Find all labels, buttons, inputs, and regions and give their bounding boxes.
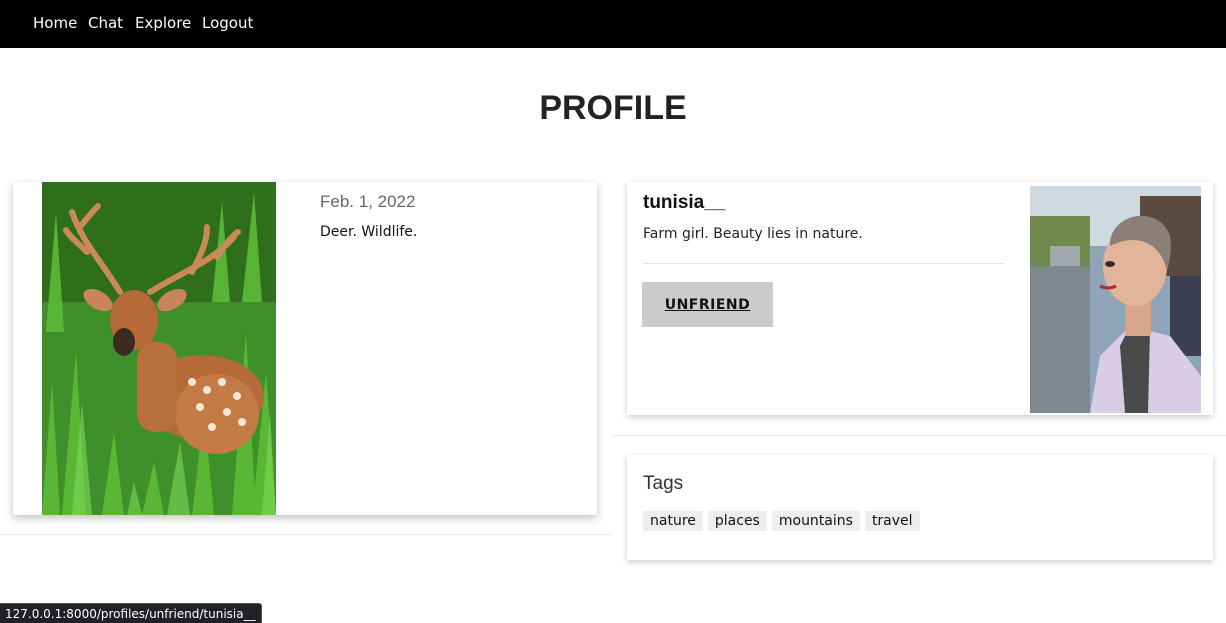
tags-list: nature places mountains travel <box>643 511 920 531</box>
divider <box>612 435 1226 436</box>
page-title: PROFILE <box>539 89 687 127</box>
tag-places[interactable]: places <box>707 511 767 531</box>
tags-title: Tags <box>643 473 684 494</box>
tag-nature[interactable]: nature <box>643 511 703 531</box>
post-caption: Deer. Wildlife. <box>320 224 418 240</box>
profile-bio: Farm girl. Beauty lies in nature. <box>643 226 863 242</box>
unfriend-button[interactable]: UNFRIEND <box>642 282 773 327</box>
nav-link-logout[interactable]: Logout <box>202 14 253 32</box>
divider <box>0 534 611 535</box>
divider <box>643 263 1004 264</box>
post-card: Feb. 1, 2022 Deer. Wildlife. <box>13 182 597 515</box>
profile-card: tunisia__ Farm girl. Beauty lies in natu… <box>627 182 1213 415</box>
profile-username: tunisia__ <box>643 192 726 213</box>
tags-card: Tags nature places mountains travel <box>627 455 1213 560</box>
nav-link-explore[interactable]: Explore <box>135 14 191 32</box>
tag-mountains[interactable]: mountains <box>771 511 860 531</box>
nav-link-home[interactable]: Home <box>33 14 77 32</box>
post-image-deer[interactable] <box>42 182 276 515</box>
nav-link-chat[interactable]: Chat <box>88 14 123 32</box>
navbar: Home Chat Explore Logout <box>0 0 1226 48</box>
link-status-bar: 127.0.0.1:8000/profiles/unfriend/tunisia… <box>0 603 262 623</box>
profile-photo[interactable] <box>1030 186 1201 413</box>
tag-travel[interactable]: travel <box>864 511 920 531</box>
post-date: Feb. 1, 2022 <box>320 192 416 211</box>
